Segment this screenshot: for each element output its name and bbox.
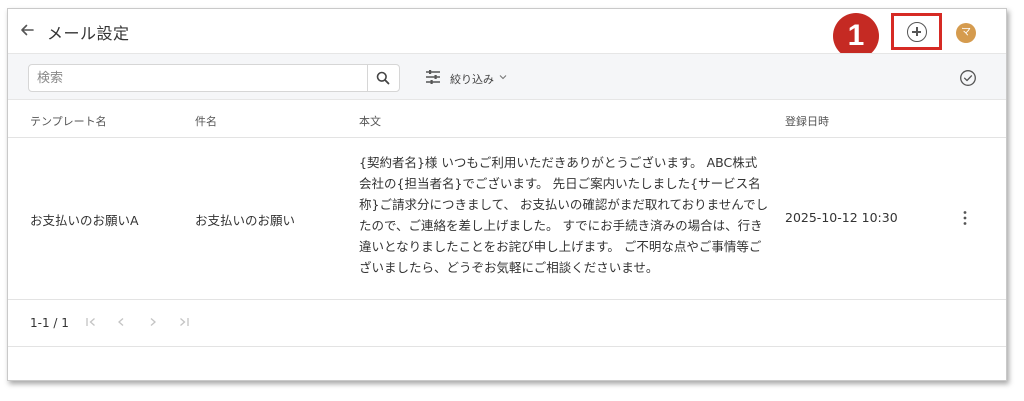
table-row[interactable]: お支払いのお願いA お支払いのお願い {契約者名}様 いつもご利用いただきありが… xyxy=(8,138,1006,299)
search-input[interactable] xyxy=(29,65,367,91)
row-divider xyxy=(8,299,1006,300)
prev-page-icon[interactable] xyxy=(114,315,128,329)
column-header-subject[interactable]: 件名 xyxy=(195,113,217,129)
pagination-range: 1-1 / 1 xyxy=(30,316,69,330)
kebab-menu-icon[interactable] xyxy=(962,210,968,226)
column-header-registered-at[interactable]: 登録日時 xyxy=(785,113,829,129)
last-page-icon[interactable] xyxy=(177,315,191,329)
next-page-icon[interactable] xyxy=(146,315,160,329)
column-header-template-name[interactable]: テンプレート名 xyxy=(30,113,107,129)
filter-sliders-icon xyxy=(426,70,440,84)
template-name-cell: お支払いのお願いA xyxy=(30,213,139,228)
add-template-button[interactable] xyxy=(907,22,927,42)
search-icon[interactable] xyxy=(375,70,391,86)
first-page-icon[interactable] xyxy=(84,315,98,329)
page-header: メール設定 1 マ xyxy=(8,9,1006,59)
search-box xyxy=(28,64,400,92)
footer-divider xyxy=(8,346,1006,347)
page-title: メール設定 xyxy=(47,24,130,43)
body-cell: {契約者名}様 いつもご利用いただきありがとうございます。 ABC株式会社の{担… xyxy=(359,155,769,275)
subject-cell: お支払いのお願い xyxy=(195,213,296,228)
toolbar: 絞り込み xyxy=(8,53,1006,100)
back-arrow-icon[interactable] xyxy=(18,21,36,39)
registered-at-cell: 2025-10-12 10:30 xyxy=(785,210,898,225)
column-header-body[interactable]: 本文 xyxy=(359,113,381,129)
search-divider xyxy=(367,65,368,91)
chevron-down-icon xyxy=(499,75,507,80)
filter-label: 絞り込み xyxy=(450,73,494,86)
mail-settings-window: メール設定 1 マ 絞り込み xyxy=(7,8,1007,381)
user-avatar[interactable]: マ xyxy=(956,23,976,43)
check-circle-icon[interactable] xyxy=(959,69,977,87)
